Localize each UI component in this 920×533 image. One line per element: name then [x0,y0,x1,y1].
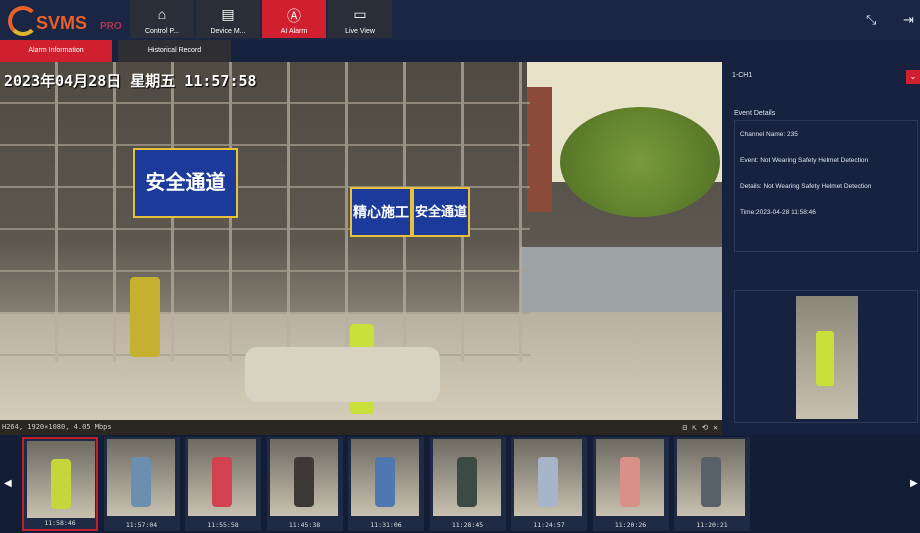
thumbnail-item[interactable]: 11:57:04 [103,437,180,531]
thumbnail-person [375,457,395,507]
thumbnail-item[interactable]: 11:55:58 [185,437,261,531]
event-time: Time:2023-04-28 11:58:46 [740,209,816,216]
thumbnail-time: 11:28:45 [451,521,484,529]
nav-label: Control P... [144,28,180,35]
thumbnail-time: 11:45:38 [288,521,321,529]
thumbnail-image [351,439,419,516]
video-osd-timestamp: 2023年04月28日 星期五 11:57:58 [4,72,257,90]
logo: SVMS PRO [6,4,126,38]
thumbnail-image [27,441,95,518]
nav-label: Live View [345,28,375,35]
snapshot-image [796,296,858,419]
thumbnail-image [432,439,501,516]
logo-suffix: PRO [100,21,122,32]
thumbnail-item[interactable]: 11:28:45 [429,437,506,531]
scroll-right-arrow[interactable]: ▶ [910,478,918,489]
video-sign: 安全通道 [133,148,238,218]
thumbnail-time: 11:31:06 [370,521,402,529]
thumbnail-item[interactable]: 11:20:26 [592,437,669,531]
camera-icon: ▭ [353,6,367,22]
event-type: Event: Not Wearing Safety Helmet Detecti… [740,157,869,164]
logout-icon[interactable]: ⇥ [903,12,914,28]
video-player[interactable]: 安全通道 精心施工 安全通道 2023年04月28日 星期五 11:57:58 [0,62,722,420]
thumbnail-image [595,439,664,516]
chevron-down-icon[interactable]: ⌄ [906,70,920,84]
nav-label: Device M... [210,28,246,35]
video-sign: 安全通道 [412,187,470,237]
thumbnail-time: 11:20:26 [614,521,647,529]
tab-alarm-information[interactable]: Alarm Information [0,40,112,62]
event-details: Details: Not Wearing Safety Helmet Detec… [740,183,872,190]
thumbnail-image [269,439,338,516]
snapshot-box [734,290,918,423]
thumbnail-item[interactable]: 11:58:46 [22,437,98,531]
thumbnail-person [212,457,232,507]
tab-historical-record[interactable]: Historical Record [118,40,231,62]
thumbnail-person [130,457,151,507]
thumbnail-item[interactable]: 11:45:38 [266,437,343,531]
thumbnail-person [293,457,314,507]
video-wall [520,247,722,317]
video-info-bar: H264, 1920×1080, 4.05 Mbps ⊟ ⇱ ⟲ ✕ [0,420,722,435]
video-building [527,87,552,212]
thumbnail-time: 11:58:46 [44,519,76,527]
top-bar: SVMS PRO ⌂ Control P... ▤ Device M... Ⓐ AI … [0,0,920,40]
nav-control-panel[interactable]: ⌂ Control P... [130,0,194,38]
thumbnail-image [188,439,256,516]
device-icon: ▤ [221,6,235,22]
thumbnail-item[interactable]: 11:31:06 [348,437,424,531]
thumbnail-person [51,459,71,509]
nav-label: AI Alarm [280,28,308,35]
video-controls[interactable]: ⊟ ⇱ ⟲ ✕ [682,420,718,435]
stream-info: H264, 1920×1080, 4.05 Mbps [2,423,112,431]
nav-live-view[interactable]: ▭ Live View [328,0,392,38]
ai-icon: Ⓐ [287,8,301,24]
thumbnail-time: 11:57:04 [125,521,158,529]
thumbnail-image [106,439,175,516]
thumbnail-image [677,439,745,516]
thumbnail-person [456,457,477,507]
nav-device-management[interactable]: ▤ Device M... [196,0,260,38]
video-sign: 精心施工 [350,187,412,237]
thumbnail-person [701,457,721,507]
video-sandbags [245,347,440,402]
video-worker [130,277,160,357]
thumbnail-time: 11:55:58 [207,521,239,529]
thumbnail-time: 11:24:57 [533,521,565,529]
nav-ai-alarm[interactable]: Ⓐ AI Alarm [262,0,326,38]
event-details-box: Channel Name: 235 Event: Not Wearing Saf… [734,120,918,252]
logo-text: SVMS [36,13,88,33]
exit-fullscreen-icon[interactable]: ⤡ [866,12,876,28]
home-icon: ⌂ [157,6,167,22]
snapshot-person [816,331,834,386]
video-tree [560,107,720,217]
event-details-title: Event Details [734,110,776,117]
thumbnail-time: 11:20:21 [696,521,728,529]
thumbnail-person [619,457,640,507]
thumbnail-item[interactable]: 11:24:57 [511,437,587,531]
channel-name: Channel Name: 235 [740,131,798,138]
thumbnail-image [514,439,582,516]
thumbnail-person [538,457,558,507]
logo-mark [8,6,38,36]
scroll-left-arrow[interactable]: ◀ [4,478,12,489]
thumbnail-item[interactable]: 11:20:21 [674,437,750,531]
channel-select-label: 1-CH1 [732,72,753,79]
